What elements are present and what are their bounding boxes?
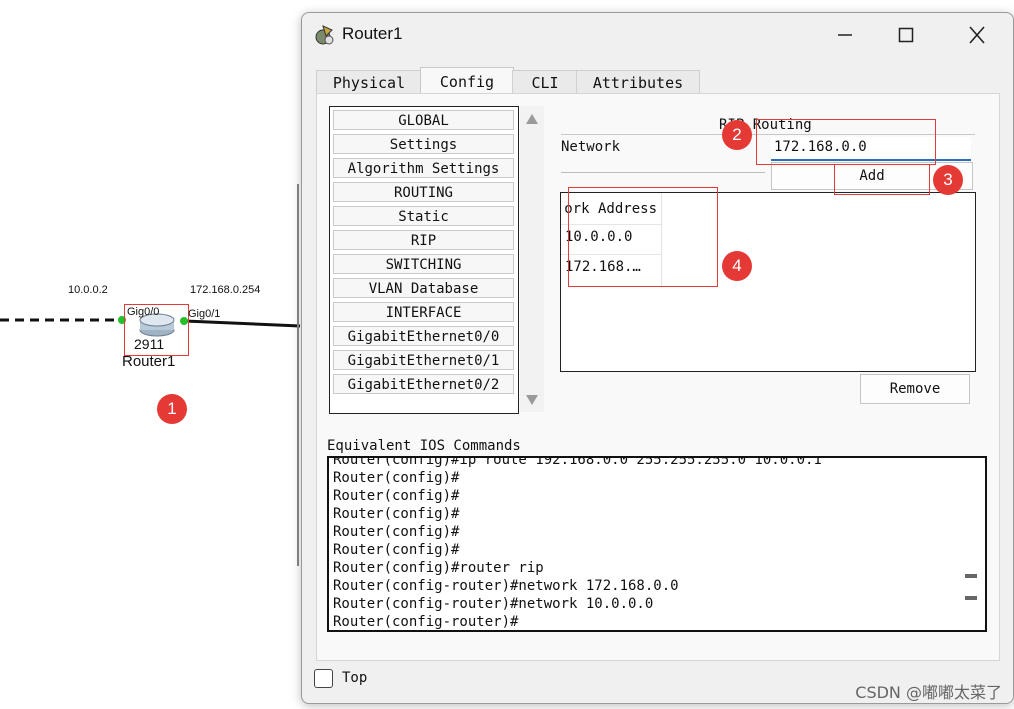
- console-line: Router(config)#router rip: [333, 560, 544, 576]
- nav-item-gig0-0[interactable]: GigabitEthernet0/0: [333, 326, 514, 346]
- network-divider: [561, 172, 765, 173]
- nav-item-routing[interactable]: ROUTING: [333, 182, 514, 202]
- config-nav-list: GLOBAL Settings Algorithm Settings ROUTI…: [329, 106, 519, 414]
- console-line: Router(config)#: [333, 470, 460, 486]
- router-model-label: 2911: [134, 336, 165, 352]
- nav-item-rip[interactable]: RIP: [333, 230, 514, 250]
- annotation-box-add: [834, 164, 930, 195]
- nav-item-global[interactable]: GLOBAL: [333, 110, 514, 130]
- network-label: Network: [561, 139, 621, 155]
- ios-commands-console[interactable]: Router(config)#ip route 192.168.0.0 255.…: [327, 456, 987, 632]
- nav-item-static[interactable]: Static: [333, 206, 514, 226]
- scroll-down-icon[interactable]: [526, 395, 538, 405]
- nav-item-switching[interactable]: SWITCHING: [333, 254, 514, 274]
- console-line: Router(config-router)#: [333, 614, 519, 630]
- tab-physical[interactable]: Physical: [316, 70, 422, 95]
- annotation-marker-4: 4: [722, 251, 752, 281]
- minimize-icon: [838, 34, 852, 36]
- nav-item-vlan-database[interactable]: VLAN Database: [333, 278, 514, 298]
- console-line: Router(config-router)#network 172.168.0.…: [333, 578, 679, 594]
- console-line: Router(config-router)#network 10.0.0.0: [333, 596, 654, 612]
- csdn-watermark: CSDN @嘟嘟太菜了: [855, 683, 1002, 702]
- nav-item-settings[interactable]: Settings: [333, 134, 514, 154]
- maximize-icon: [898, 27, 914, 43]
- right-ip-label: 172.168.0.254: [190, 284, 261, 296]
- annotation-marker-1: 1: [157, 394, 187, 424]
- remove-button[interactable]: Remove: [860, 374, 970, 404]
- port-left-label: Gig0/0: [127, 306, 160, 318]
- nav-item-algorithm-settings[interactable]: Algorithm Settings: [333, 158, 514, 178]
- topology-canvas: 10.0.0.2 172.168.0.254 Gig0/0 Gig0/1 291…: [0, 0, 300, 709]
- annotation-box-list: [568, 187, 718, 287]
- router-app-icon: [315, 25, 334, 45]
- console-line: Router(config)#: [333, 524, 460, 540]
- left-ip-label: 10.0.0.2: [68, 284, 108, 296]
- top-checkbox-label: Top: [342, 670, 368, 686]
- nav-item-interface[interactable]: INTERFACE: [333, 302, 514, 322]
- nav-scrollbar[interactable]: [520, 106, 544, 412]
- annotation-marker-3: 3: [933, 165, 963, 195]
- console-line: Router(config)#: [333, 488, 460, 504]
- annotation-box-network: [756, 119, 936, 165]
- console-line: Router(config)#: [333, 506, 460, 522]
- console-scroll-handle[interactable]: [965, 574, 977, 578]
- top-checkbox[interactable]: [314, 669, 333, 688]
- nav-item-gig0-1[interactable]: GigabitEthernet0/1: [333, 350, 514, 370]
- console-scroll-handle[interactable]: [965, 596, 977, 600]
- close-icon: [969, 26, 985, 44]
- port-right-label: Gig0/1: [188, 308, 221, 320]
- tab-config[interactable]: Config: [420, 67, 514, 96]
- console-line: Router(config)#ip route 192.168.0.0 255.…: [333, 456, 822, 468]
- maximize-button[interactable]: [883, 13, 929, 57]
- window-titlebar[interactable]: Router1: [302, 13, 1013, 57]
- console-line: Router(config)#: [333, 542, 460, 558]
- annotation-marker-2: 2: [722, 120, 752, 150]
- close-button[interactable]: [954, 13, 1000, 57]
- ios-commands-title: Equivalent IOS Commands: [327, 438, 521, 454]
- tab-attributes[interactable]: Attributes: [576, 70, 700, 95]
- router-config-window: Router1 Physical Config CLI Attributes G…: [301, 12, 1014, 704]
- solid-link: [184, 319, 300, 328]
- tab-cli[interactable]: CLI: [512, 70, 578, 95]
- scroll-up-icon[interactable]: [526, 114, 538, 124]
- router-name-label: Router1: [122, 353, 176, 370]
- nav-item-gig0-2[interactable]: GigabitEthernet0/2: [333, 374, 514, 394]
- minimize-button[interactable]: [822, 13, 868, 57]
- window-title: Router1: [342, 24, 403, 43]
